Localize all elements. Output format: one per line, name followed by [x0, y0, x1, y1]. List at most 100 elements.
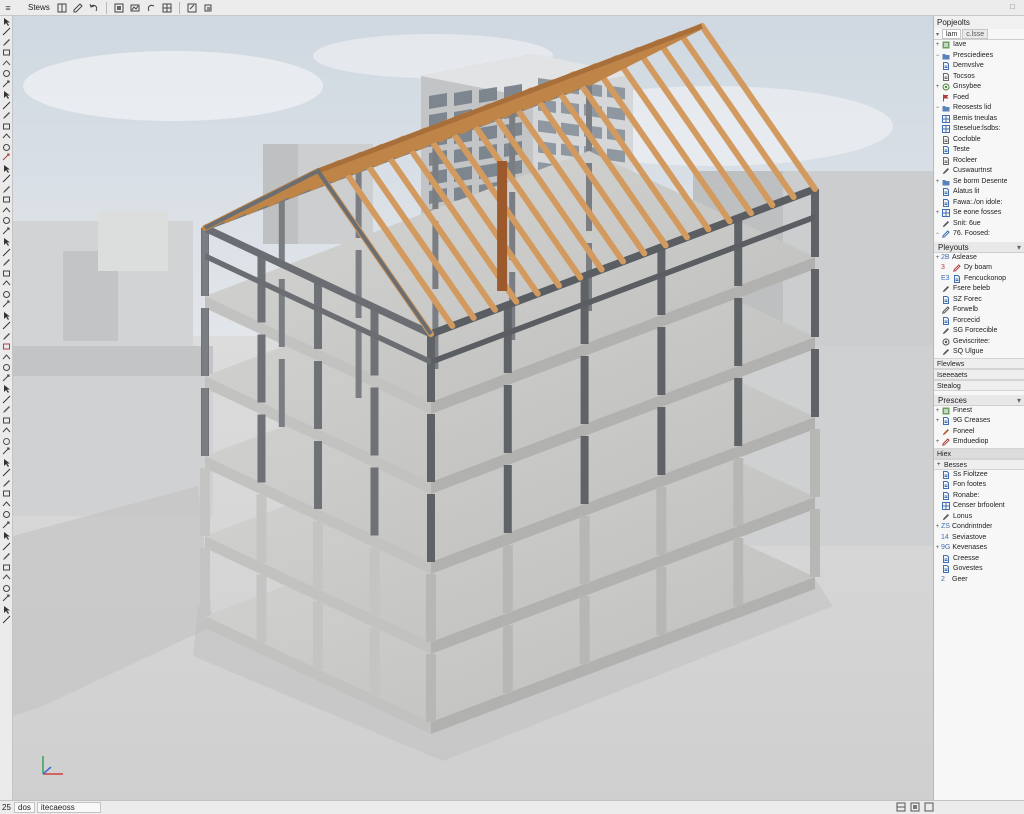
window-control-icon[interactable]: □	[1010, 2, 1020, 12]
playouts-item[interactable]: Forwelb	[934, 305, 1024, 316]
roof-icon[interactable]	[0, 90, 13, 101]
playouts-item[interactable]: Geviscritee:	[934, 337, 1024, 348]
hide-icon[interactable]	[0, 478, 13, 489]
undo-icon[interactable]	[88, 2, 100, 14]
collapse-icon[interactable]: −	[934, 229, 941, 239]
tab-lam[interactable]: lam	[942, 29, 962, 39]
section-hiex[interactable]: Hiex	[934, 447, 1024, 459]
tree-item[interactable]: Teste	[934, 145, 1024, 156]
section-besses[interactable]: + Besses	[934, 458, 1024, 470]
expand-icon[interactable]: +	[934, 437, 941, 447]
zoom-extents-icon[interactable]	[0, 310, 13, 321]
extend-icon[interactable]	[0, 237, 13, 248]
tree-item[interactable]: Alatus lit	[934, 187, 1024, 198]
trim-icon[interactable]	[0, 226, 13, 237]
scale-icon[interactable]	[0, 184, 13, 195]
besses-item[interactable]: Ronabe:	[934, 491, 1024, 502]
info-icon[interactable]	[0, 562, 13, 573]
snap-icon[interactable]	[113, 2, 125, 14]
rotate-icon[interactable]	[0, 174, 13, 185]
print-icon[interactable]	[0, 510, 13, 521]
array-icon[interactable]	[0, 205, 13, 216]
redo-icon[interactable]	[145, 2, 157, 14]
besses-item[interactable]: Censer brfoolent	[934, 501, 1024, 512]
playouts-item[interactable]: Fsere beleb	[934, 284, 1024, 295]
script-icon[interactable]	[0, 583, 13, 594]
playouts-header[interactable]: Pleyouts ▾	[934, 241, 1024, 253]
tree-item[interactable]: − Presciediees	[934, 51, 1024, 62]
presets-item[interactable]: + Finest	[934, 406, 1024, 417]
stair-icon[interactable]	[0, 384, 13, 395]
tab-clsse[interactable]: c.lsse	[962, 29, 989, 39]
tree-item[interactable]: Demvslve	[934, 61, 1024, 72]
playouts-item[interactable]: E3 Fencuckonop	[934, 274, 1024, 285]
help-icon[interactable]	[0, 552, 13, 563]
besses-item[interactable]: 14 Seviastove	[934, 533, 1024, 544]
expand-icon[interactable]: +	[934, 40, 941, 50]
plugin-icon[interactable]	[0, 573, 13, 584]
material-icon[interactable]	[0, 331, 13, 342]
section-header[interactable]: Flevlews	[934, 357, 1024, 369]
status-field-measure[interactable]: itecaeoss	[36, 802, 101, 813]
expand-icon[interactable]: +	[934, 543, 941, 553]
marker-icon[interactable]	[0, 615, 13, 626]
column-icon[interactable]	[0, 69, 13, 80]
light-icon[interactable]	[0, 342, 13, 353]
tree-item[interactable]: + Se borm Desente	[934, 177, 1024, 188]
expand-icon[interactable]: +	[934, 406, 941, 416]
chevron-down-icon[interactable]: ▾	[1017, 395, 1024, 405]
tree-item[interactable]: − Reosests lid	[934, 103, 1024, 114]
zoom-icon[interactable]	[0, 300, 13, 311]
arrow-icon[interactable]	[0, 16, 13, 27]
layers-icon[interactable]	[202, 2, 214, 14]
expand-icon[interactable]: +	[934, 416, 941, 426]
status-field-units[interactable]: dos	[14, 802, 35, 813]
3d-viewport[interactable]	[13, 16, 933, 800]
move-icon[interactable]	[0, 163, 13, 174]
mirror-icon[interactable]	[0, 195, 13, 206]
render2-icon[interactable]	[0, 604, 13, 615]
clip-icon[interactable]	[0, 499, 13, 510]
tree-item[interactable]: + Gnsybee	[934, 82, 1024, 93]
pen-icon[interactable]	[72, 2, 84, 14]
expand-icon[interactable]: +	[934, 82, 941, 92]
collapse-icon[interactable]: −	[934, 103, 941, 113]
tree-item[interactable]: Steselue:lsdbs:	[934, 124, 1024, 135]
besses-item[interactable]: + ZS Condrintnder	[934, 522, 1024, 533]
section-header[interactable]: Iseeeaets	[934, 368, 1024, 380]
line-icon[interactable]	[0, 27, 13, 38]
besses-item[interactable]: Ss Fioltzee	[934, 470, 1024, 481]
isolate-icon[interactable]	[0, 489, 13, 500]
menu-icon[interactable]: ≡	[2, 2, 14, 14]
pan-icon[interactable]	[0, 289, 13, 300]
ramp-icon[interactable]	[0, 426, 13, 437]
presets-item[interactable]: Foneel	[934, 427, 1024, 438]
presets-item[interactable]: +9G Creases	[934, 416, 1024, 427]
pencil-icon[interactable]	[0, 37, 13, 48]
chevron-down-icon[interactable]: ▾	[1017, 242, 1024, 252]
render-icon[interactable]	[129, 2, 141, 14]
camera-icon[interactable]	[0, 268, 13, 279]
grid-toggle-icon[interactable]	[896, 802, 906, 812]
tree-item[interactable]: Rocleer	[934, 156, 1024, 167]
tree-item[interactable]: Cuswaurtnst	[934, 166, 1024, 177]
offset-icon[interactable]	[0, 216, 13, 227]
tree-item[interactable]: Cocfoble	[934, 135, 1024, 146]
presets-header[interactable]: Presces ▾	[934, 394, 1024, 406]
view-grid-icon[interactable]	[56, 2, 68, 14]
wall-icon[interactable]	[0, 48, 13, 59]
tree-item[interactable]: Bemis tneulas	[934, 114, 1024, 125]
fillet-icon[interactable]	[0, 247, 13, 258]
expand-icon[interactable]: +	[934, 522, 941, 532]
grid-line-icon[interactable]	[0, 373, 13, 384]
lock-icon[interactable]	[0, 468, 13, 479]
measure-icon[interactable]	[0, 132, 13, 143]
snap-toggle-icon[interactable]	[910, 802, 920, 812]
tag-icon[interactable]	[0, 352, 13, 363]
playouts-item[interactable]: Forcecid	[934, 316, 1024, 327]
settings-icon[interactable]	[0, 541, 13, 552]
besses-item[interactable]: Lonus	[934, 512, 1024, 523]
door-icon[interactable]	[0, 394, 13, 405]
level-icon[interactable]	[0, 363, 13, 374]
tree-item[interactable]: + Iave	[934, 40, 1024, 51]
